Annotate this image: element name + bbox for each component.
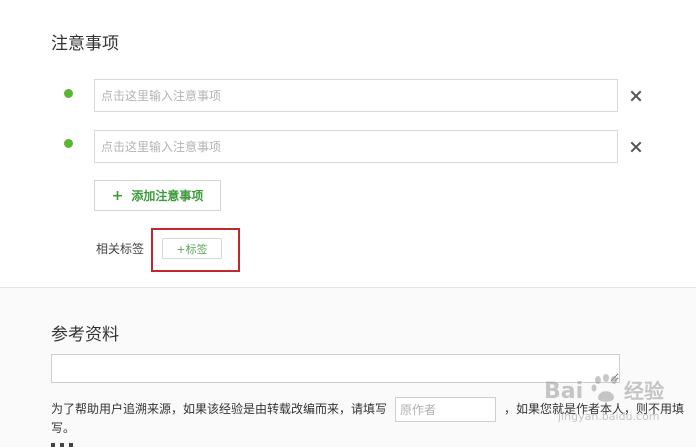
note-input-2[interactable] [94, 130, 618, 163]
add-note-button-label: 添加注意事项 [131, 189, 204, 203]
source-help-text-wrap: 写。 [51, 421, 76, 435]
notes-section: 注意事项 + 添加注意事项 相关标签 +标签 [0, 0, 696, 287]
related-tags-label: 相关标签 [96, 242, 145, 256]
source-help-text: 为了帮助用户追溯来源，如果该经验是由转载改编而来，请填写 [51, 402, 388, 416]
original-author-input[interactable] [395, 397, 496, 422]
edit-experience-page: 注意事项 + 添加注意事项 相关标签 +标签 参考资料 为了帮助用户追溯来源，如… [0, 0, 696, 447]
close-icon[interactable] [629, 140, 643, 154]
note-bullet-dot [64, 139, 73, 148]
source-help-text-after: ，如果您就是作者本人，则不用填 [504, 402, 685, 416]
close-icon[interactable] [629, 89, 643, 103]
note-input-1[interactable] [94, 79, 618, 112]
add-note-button[interactable]: + 添加注意事项 [94, 180, 221, 211]
cut-off-text-row [51, 440, 81, 447]
annotation-highlight-box [151, 228, 240, 272]
notes-section-title: 注意事项 [51, 34, 119, 54]
references-section-title: 参考资料 [51, 325, 119, 345]
plus-icon: + [111, 187, 124, 204]
references-textarea[interactable] [51, 354, 620, 383]
note-bullet-dot [64, 89, 73, 98]
